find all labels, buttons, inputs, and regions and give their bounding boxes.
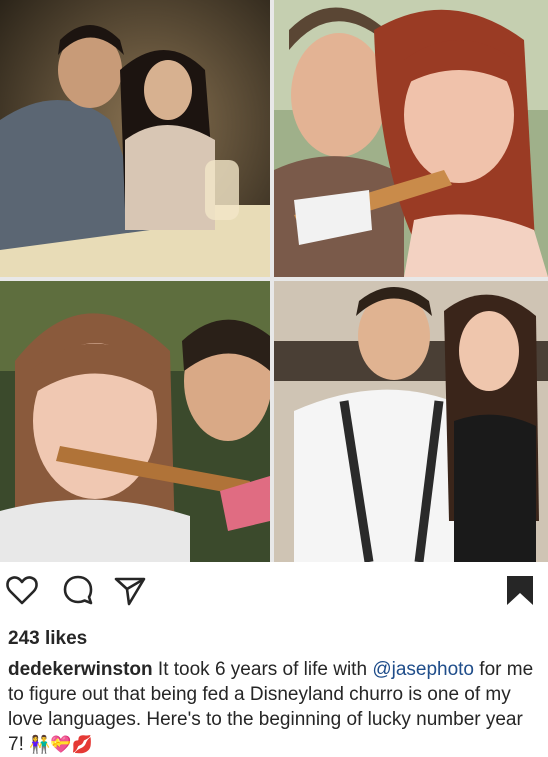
share-icon[interactable] bbox=[112, 572, 148, 608]
heart-icon[interactable] bbox=[4, 572, 40, 608]
caption-text-before: It took 6 years of life with bbox=[152, 659, 373, 680]
photo-collage[interactable] bbox=[0, 0, 548, 562]
photo-couple-indoors[interactable] bbox=[274, 281, 548, 562]
caption-mention[interactable]: @jasephoto bbox=[372, 659, 474, 680]
likes-number: 243 bbox=[8, 628, 40, 649]
post-actions bbox=[0, 562, 548, 622]
caption-emojis: 👫💝💋 bbox=[29, 735, 93, 754]
photo-dinner[interactable] bbox=[0, 0, 270, 277]
caption-username[interactable]: dedekerwinston bbox=[8, 659, 153, 680]
likes-count[interactable]: 243 likes bbox=[8, 628, 87, 650]
photo-churro-bite[interactable] bbox=[0, 281, 270, 562]
likes-label: likes bbox=[44, 628, 88, 649]
photo-churro-selfie[interactable] bbox=[274, 0, 548, 277]
post-caption: dedekerwinston It took 6 years of life w… bbox=[8, 657, 540, 757]
bookmark-icon[interactable] bbox=[502, 572, 538, 608]
comment-icon[interactable] bbox=[60, 572, 96, 608]
